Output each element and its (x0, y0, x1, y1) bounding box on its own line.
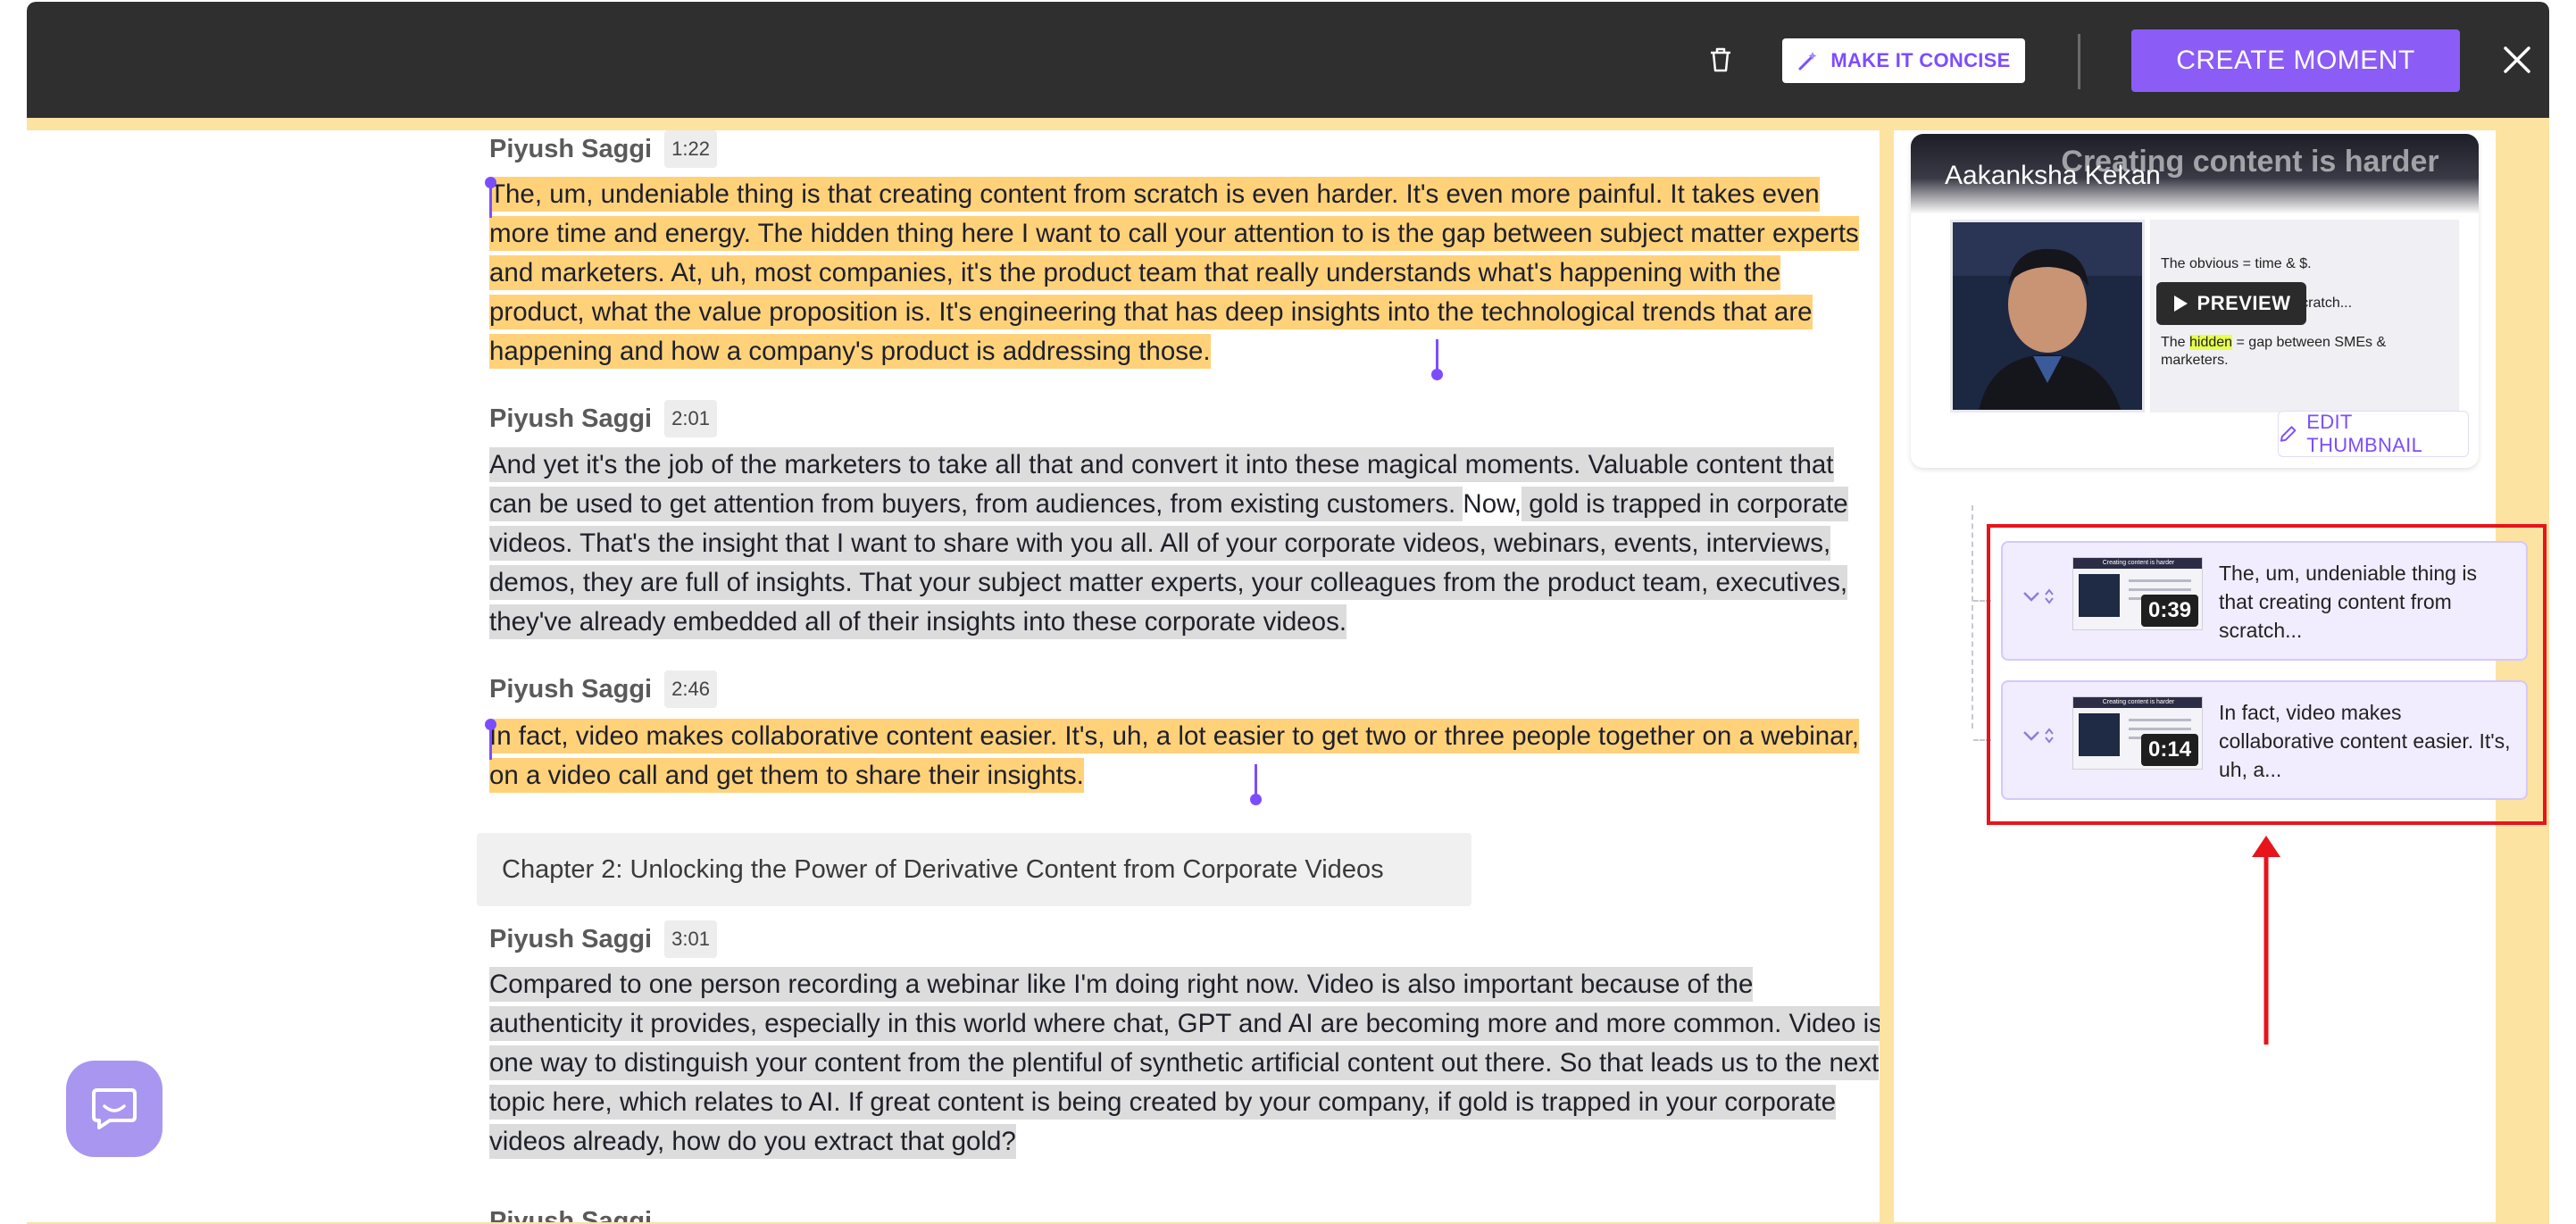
transcript-word[interactable]: Now, (1463, 489, 1521, 519)
slide-text-highlight: hidden (2189, 335, 2233, 350)
selection-end-handle[interactable] (1250, 764, 1262, 805)
timestamp[interactable]: 3:01 (664, 920, 717, 958)
presenter-name: Aakanksha Kekan (1945, 161, 2161, 190)
transcript-speaker-row: Piyush Saggi 2:46 (489, 670, 717, 708)
make-it-concise-button[interactable]: MAKE IT CONCISE (1782, 38, 2025, 83)
slide-text: The hidden = gap between SMEs & marketer… (2161, 334, 2450, 370)
edit-thumbnail-label: EDIT THUMBNAIL (2306, 411, 2423, 456)
annotation-highlight-box (1987, 524, 2547, 825)
edit-thumbnail-button[interactable]: EDIT THUMBNAIL (2278, 411, 2469, 457)
presenter-video-thumbnail (1950, 220, 2145, 412)
selection-end-handle[interactable] (1431, 339, 1443, 380)
slide-text-part: The (2161, 335, 2190, 350)
chat-icon (92, 1088, 137, 1129)
toolbar-divider (2078, 34, 2080, 89)
pencil-icon (2280, 426, 2297, 442)
chapter-heading[interactable]: Chapter 2: Unlocking the Power of Deriva… (477, 833, 1471, 906)
close-button[interactable] (2493, 36, 2541, 84)
selection-start-handle[interactable] (485, 177, 496, 218)
transcript-speaker-row: Piyush Saggi 1:22 (489, 130, 717, 168)
chat-support-button[interactable] (66, 1061, 163, 1157)
preview-label: PREVIEW (2197, 292, 2291, 314)
transcript-speaker-row: Piyush Saggi 2:01 (489, 400, 717, 437)
moments-connector (1972, 505, 1973, 729)
transcript-speaker-row: Piyush Saggi 3:01 (489, 920, 717, 958)
timestamp[interactable]: 2:01 (664, 400, 717, 437)
close-icon (2504, 46, 2530, 73)
editor-toolbar: MAKE IT CONCISE CREATE MOMENT (27, 2, 2549, 118)
create-moment-label: CREATE MOMENT (2176, 46, 2415, 75)
transcript-paragraph[interactable]: And yet it's the job of the marketers to… (489, 445, 1880, 642)
annotation-arrow-icon (2252, 836, 2280, 1045)
transcript-panel: Piyush Saggi 1:22 The, um, undeniable th… (13, 130, 1880, 1222)
delete-button[interactable] (1698, 37, 1743, 82)
magic-wand-icon (1798, 52, 1817, 71)
selected-text[interactable]: The, um, undeniable thing is that creati… (489, 177, 1859, 369)
transcript-text[interactable]: Compared to one person recording a webin… (489, 967, 1880, 1159)
speaker-name: Piyush Saggi (489, 134, 653, 163)
selection-start-handle[interactable] (485, 719, 496, 760)
transcript-paragraph[interactable]: The, um, undeniable thing is that creati… (489, 175, 1880, 371)
selected-text[interactable]: In fact, video makes collaborative conte… (489, 719, 1859, 793)
slide-text: The obvious = time & $. (2161, 256, 2312, 271)
make-it-concise-label: MAKE IT CONCISE (1830, 49, 2011, 71)
speaker-name: Piyush Saggi (489, 1207, 653, 1222)
create-moment-button[interactable]: CREATE MOMENT (2131, 29, 2460, 92)
transcript-paragraph[interactable]: In fact, video makes collaborative conte… (489, 717, 1880, 795)
speaker-name: Piyush Saggi (489, 404, 653, 433)
play-icon (2173, 296, 2188, 312)
timestamp[interactable]: 1:22 (664, 130, 717, 168)
timestamp[interactable]: 2:46 (664, 670, 717, 708)
transcript-paragraph[interactable]: Compared to one person recording a webin… (489, 965, 1880, 1162)
speaker-name: Piyush Saggi (489, 674, 653, 704)
presenter-image (1953, 222, 2142, 410)
trash-icon (1711, 47, 1730, 72)
speaker-name: Piyush Saggi (489, 924, 653, 953)
preview-button[interactable]: PREVIEW (2156, 282, 2306, 325)
